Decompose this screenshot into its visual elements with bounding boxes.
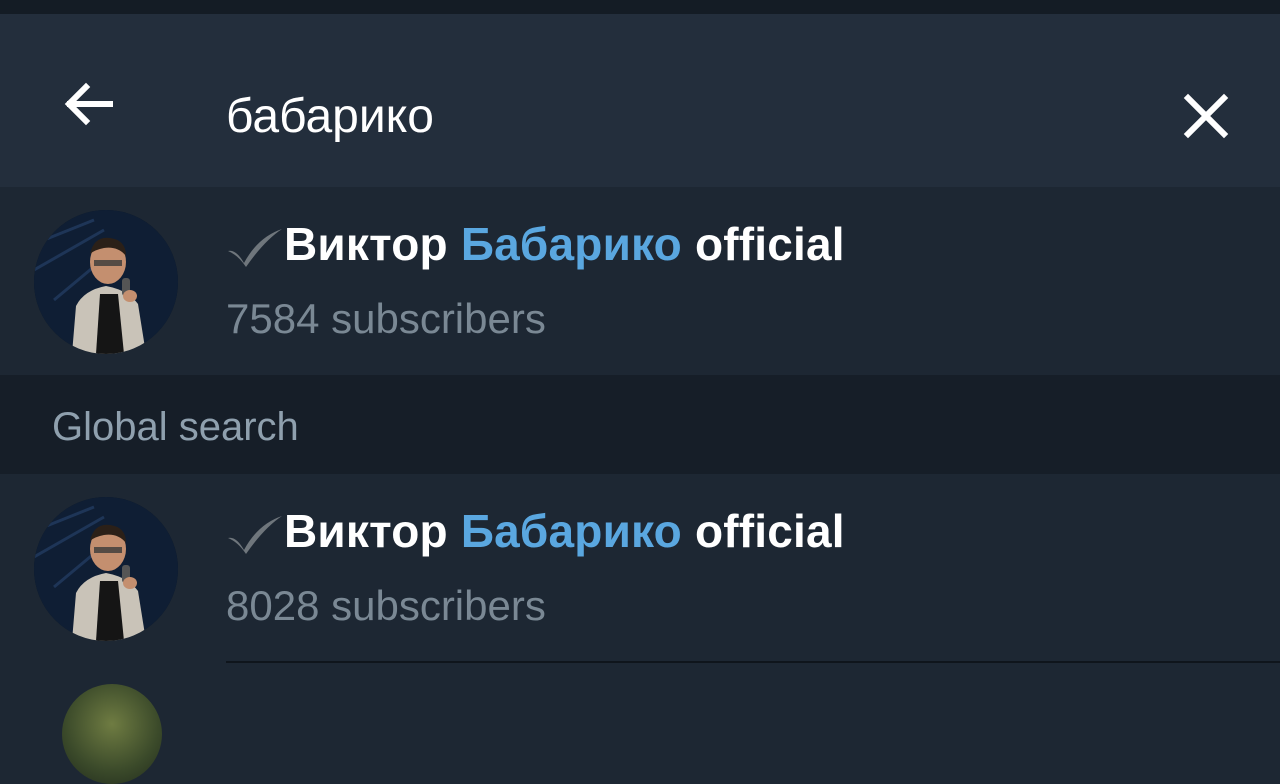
channel-avatar [34,210,178,354]
global-result-item[interactable]: Виктор Бабарико official 8028 subscriber… [0,474,1280,662]
subscriber-count: 7584 subscribers [226,295,546,342]
search-match-highlight: Бабарико [460,218,682,270]
channel-name: Виктор Бабарико official [284,505,845,557]
search-input[interactable] [226,80,1126,152]
close-icon [1183,93,1229,139]
partial-avatar [62,684,162,784]
arrow-left-icon [64,82,113,126]
verified-check-icon [228,229,282,267]
status-bar [0,0,1280,14]
subscriber-count: 8028 subscribers [226,582,546,629]
back-button[interactable] [52,76,124,132]
clear-search-button[interactable] [1172,82,1240,150]
search-match-highlight: Бабарико [460,505,682,557]
search-header [0,14,1280,187]
channel-name: Виктор Бабарико official [284,218,845,270]
section-title: Global search [52,405,299,449]
list-divider [226,661,1280,663]
channel-avatar [34,497,178,641]
verified-check-icon [228,516,282,554]
global-search-header: Global search [0,375,1280,474]
chat-result-item[interactable]: Виктор Бабарико official 7584 subscriber… [0,187,1280,375]
